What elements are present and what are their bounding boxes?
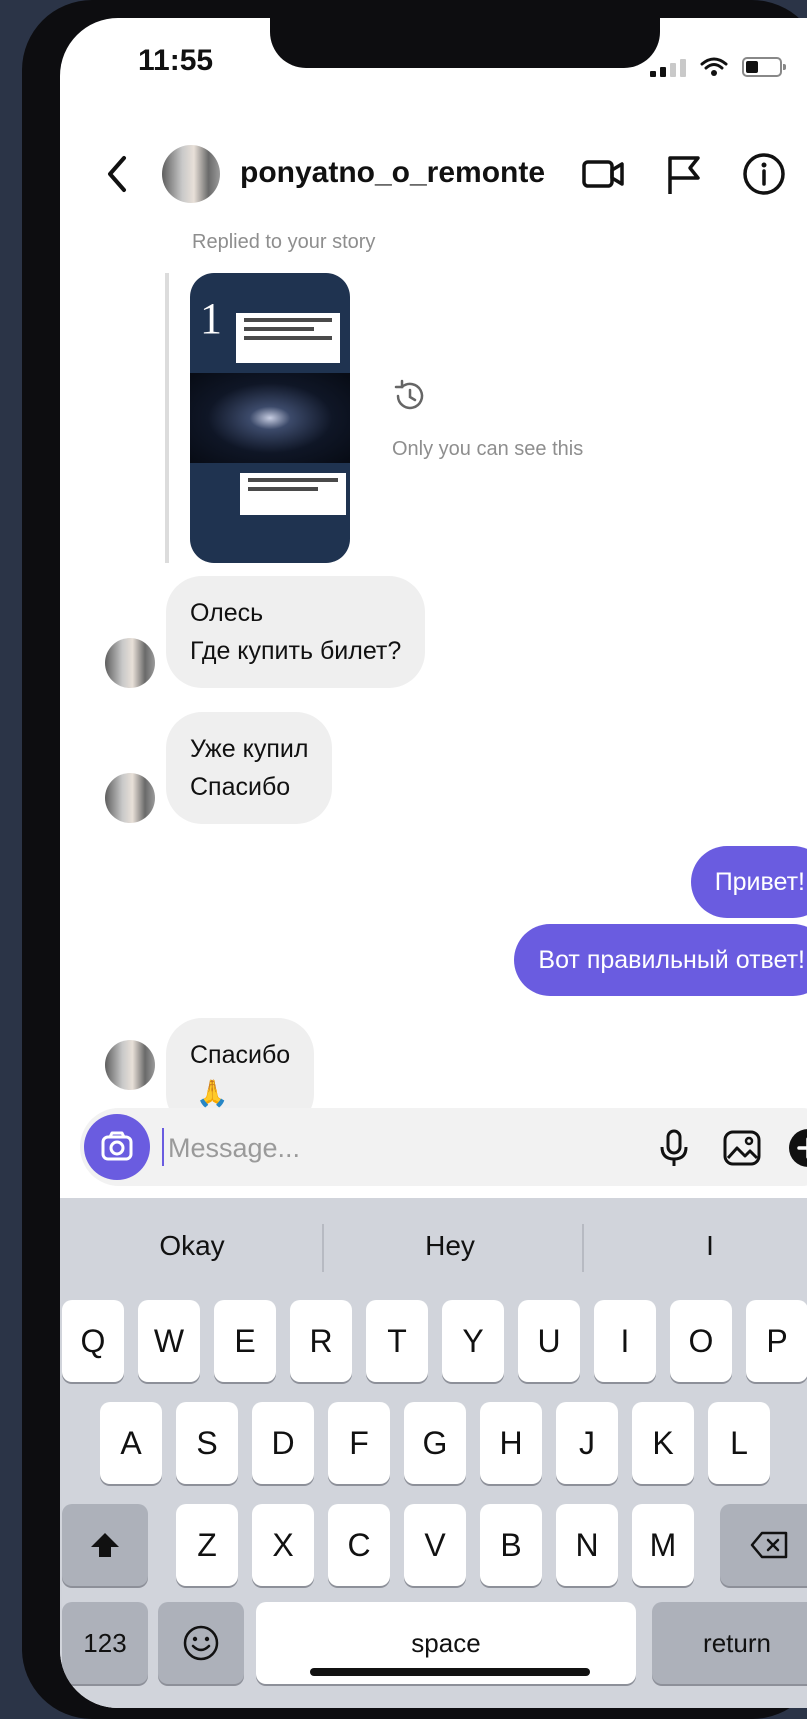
key-d[interactable]: D [252,1402,314,1484]
contact-avatar-small[interactable] [105,773,155,823]
ios-keyboard: Okay Hey I Q W E R T Y U I O P A S D F G… [60,1198,807,1708]
microphone-icon[interactable] [652,1126,696,1170]
reply-divider [165,273,169,563]
key-r[interactable]: R [290,1300,352,1382]
chat-screen: 11:55 ponyatno_o_remonte Replied to your… [60,18,807,1708]
message-text: Привет! [714,868,805,896]
key-u[interactable]: U [518,1300,580,1382]
contact-username[interactable]: ponyatno_o_remonte [240,156,545,190]
report-flag-icon[interactable] [660,150,708,198]
backspace-key[interactable] [720,1504,807,1586]
phone-frame: 11:55 ponyatno_o_remonte Replied to your… [22,0,807,1719]
message-text: Спасибо 🙏 [190,1036,290,1112]
key-z[interactable]: Z [176,1504,238,1586]
key-s[interactable]: S [176,1402,238,1484]
back-arrow-icon[interactable] [90,146,146,202]
key-f[interactable]: F [328,1402,390,1484]
camera-icon [101,1131,133,1161]
key-l[interactable]: L [708,1402,770,1484]
key-p[interactable]: P [746,1300,807,1382]
key-b[interactable]: B [480,1504,542,1586]
key-t[interactable]: T [366,1300,428,1382]
message-text: Вот правильный ответ! [538,946,805,974]
shift-arrow-icon [91,1533,119,1557]
message-bubble-outgoing[interactable]: Привет! [690,846,807,918]
story-text-block [236,313,340,363]
replied-to-story-label: Replied to your story [192,231,376,253]
message-input[interactable] [166,1122,550,1174]
backspace-icon [750,1531,788,1559]
key-x[interactable]: X [252,1504,314,1586]
story-image [190,373,350,463]
key-e[interactable]: E [214,1300,276,1382]
camera-button[interactable] [84,1114,150,1180]
suggestion-i[interactable]: I [610,1230,807,1262]
key-g[interactable]: G [404,1402,466,1484]
message-bubble-incoming[interactable]: Олесь Где купить билет? [166,576,426,688]
status-icons [650,56,786,78]
shift-key[interactable] [62,1504,148,1586]
story-glyph: 1 [200,294,222,343]
wifi-icon [700,57,728,76]
emoji-key[interactable] [158,1602,244,1684]
message-text: Где купить билет? [190,637,402,665]
emoji-smiley-icon [183,1625,219,1661]
home-indicator[interactable] [310,1668,590,1676]
key-o[interactable]: O [670,1300,732,1382]
history-icon [394,379,424,410]
key-a[interactable]: A [100,1402,162,1484]
key-y[interactable]: Y [442,1300,504,1382]
message-bubble-outgoing[interactable]: Вот правильный ответ! [514,924,807,996]
battery-icon [742,57,786,77]
numbers-key[interactable]: 123 [62,1602,148,1684]
key-q[interactable]: Q [62,1300,124,1382]
key-c[interactable]: C [328,1504,390,1586]
status-time: 11:55 [138,44,214,77]
key-v[interactable]: V [404,1504,466,1586]
story-thumbnail[interactable]: 1 [190,273,350,563]
suggestion-divider [322,1224,324,1272]
info-icon[interactable] [740,150,788,198]
contact-avatar-small[interactable] [105,638,155,688]
key-w[interactable]: W [138,1300,200,1382]
praying-hands-emoji: 🙏 [196,1078,229,1108]
key-m[interactable]: M [632,1504,694,1586]
key-i[interactable]: I [594,1300,656,1382]
suggestion-divider [582,1224,584,1272]
message-composer [80,1108,807,1186]
suggestion-okay[interactable]: Okay [92,1230,292,1262]
message-text: Олесь [190,599,264,627]
contact-avatar[interactable] [162,145,220,203]
signal-icon [650,57,686,77]
video-call-icon[interactable] [580,150,628,198]
story-text-block [240,473,346,515]
key-k[interactable]: K [632,1402,694,1484]
text-caret [162,1128,164,1166]
contact-avatar-small[interactable] [105,1040,155,1090]
add-plus-icon[interactable] [786,1126,807,1170]
visibility-note: Only you can see this [392,438,584,460]
suggestion-hey[interactable]: Hey [350,1230,550,1262]
chat-header: ponyatno_o_remonte [60,136,807,216]
message-text: Уже купил [190,735,309,763]
notch [270,18,660,68]
message-bubble-incoming[interactable]: Уже купил Спасибо [166,712,333,824]
key-h[interactable]: H [480,1402,542,1484]
key-j[interactable]: J [556,1402,618,1484]
gallery-icon[interactable] [720,1126,764,1170]
key-n[interactable]: N [556,1504,618,1586]
return-key[interactable]: return [652,1602,807,1684]
message-text: Спасибо [190,773,291,801]
